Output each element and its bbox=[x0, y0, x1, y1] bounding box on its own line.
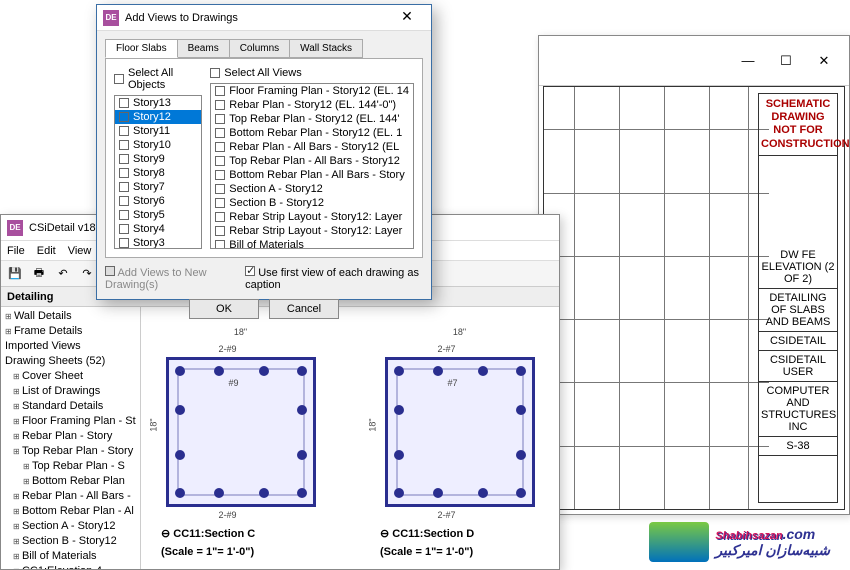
list-item[interactable]: Top Rebar Plan - All Bars - Story12 bbox=[211, 154, 413, 168]
list-item[interactable]: Section B - Story12 bbox=[211, 196, 413, 210]
list-item[interactable]: Story8 bbox=[115, 166, 201, 180]
undo-icon[interactable]: ↶ bbox=[53, 264, 73, 284]
plan-toolbar: — ☐ ✕ bbox=[539, 36, 849, 86]
menu-edit[interactable]: Edit bbox=[37, 245, 56, 257]
tree-item[interactable]: CC1:Elevation-4 bbox=[3, 564, 138, 569]
add-views-dialog: DE Add Views to Drawings ✕ Floor Slabs B… bbox=[96, 4, 432, 300]
objects-list[interactable]: Story13Story12Story11Story10Story9Story8… bbox=[114, 95, 202, 249]
model-tree[interactable]: Wall DetailsFrame DetailsImported ViewsD… bbox=[1, 307, 141, 569]
tree-item[interactable]: List of Drawings bbox=[3, 384, 138, 399]
tree-item[interactable]: Top Rebar Plan - Story bbox=[3, 444, 138, 459]
list-item[interactable]: Rebar Strip Layout - Story12: Layer bbox=[211, 224, 413, 238]
list-item[interactable]: Story7 bbox=[115, 180, 201, 194]
list-item[interactable]: Story12 bbox=[115, 110, 201, 124]
views-list[interactable]: Floor Framing Plan - Story12 (EL. 14Reba… bbox=[210, 83, 414, 249]
opt-caption[interactable]: ✓ Use first view of each drawing as capt… bbox=[245, 266, 423, 291]
select-all-objects[interactable]: Select All Objects bbox=[114, 67, 202, 91]
list-item[interactable]: Story6 bbox=[115, 194, 201, 208]
list-item[interactable]: Section A - Story12 bbox=[211, 182, 413, 196]
list-item[interactable]: Bill of Materials bbox=[211, 238, 413, 249]
app-icon: DE bbox=[7, 220, 23, 236]
list-item[interactable]: Bottom Rebar Plan - All Bars - Story bbox=[211, 168, 413, 182]
drawing-canvas[interactable]: 18" 2-#9 2-#9 #9 18" ⊖ CC11:Section C (S… bbox=[141, 307, 559, 569]
tree-item[interactable]: Standard Details bbox=[3, 399, 138, 414]
tab-floor-slabs[interactable]: Floor Slabs bbox=[105, 39, 178, 58]
tree-item[interactable]: Rebar Plan - Story bbox=[3, 429, 138, 444]
tree-item[interactable]: Bill of Materials bbox=[3, 549, 138, 564]
list-item[interactable]: Rebar Strip Layout - Story12: Layer bbox=[211, 210, 413, 224]
list-item[interactable]: Rebar Plan - Story12 (EL. 144'-0") bbox=[211, 98, 413, 112]
opt-add-views[interactable]: Add Views to New Drawing(s) bbox=[105, 266, 237, 291]
redo-icon[interactable]: ↷ bbox=[77, 264, 97, 284]
list-item[interactable]: Story11 bbox=[115, 124, 201, 138]
minimize-button[interactable]: — bbox=[729, 49, 767, 73]
tree-item[interactable]: Top Rebar Plan - S bbox=[3, 459, 138, 474]
list-item[interactable]: Rebar Plan - All Bars - Story12 (EL bbox=[211, 140, 413, 154]
tab-columns[interactable]: Columns bbox=[229, 39, 290, 58]
tree-item[interactable]: Section B - Story12 bbox=[3, 534, 138, 549]
list-item[interactable]: Story10 bbox=[115, 138, 201, 152]
tree-item[interactable]: Imported Views bbox=[3, 339, 138, 354]
close-button[interactable]: ✕ bbox=[805, 49, 843, 73]
drawing-sheet[interactable]: SCHEMATIC DRAWING NOT FOR CONSTRUCTION D… bbox=[543, 86, 845, 510]
dialog-tabs: Floor Slabs Beams Columns Wall Stacks bbox=[105, 39, 423, 58]
tree-item[interactable]: Frame Details bbox=[3, 324, 138, 339]
tree-item[interactable]: Floor Framing Plan - St bbox=[3, 414, 138, 429]
ok-button[interactable]: OK bbox=[189, 299, 259, 319]
tree-item[interactable]: Bottom Rebar Plan - Al bbox=[3, 504, 138, 519]
print-icon[interactable]: 🖶 bbox=[29, 264, 49, 284]
section-c: 18" 2-#9 2-#9 #9 18" ⊖ CC11:Section C (S… bbox=[151, 327, 330, 549]
close-icon[interactable]: ✕ bbox=[389, 8, 425, 28]
list-item[interactable]: Story3 bbox=[115, 236, 201, 249]
logo-icon bbox=[649, 522, 709, 562]
section-d: 18" 2-#7 2-#7 #7 18" ⊖ CC11:Section D (S… bbox=[370, 327, 549, 549]
tab-beams[interactable]: Beams bbox=[177, 39, 230, 58]
tree-item[interactable]: Bottom Rebar Plan bbox=[3, 474, 138, 489]
save-icon[interactable]: 💾 bbox=[5, 264, 25, 284]
cancel-button[interactable]: Cancel bbox=[269, 299, 339, 319]
list-item[interactable]: Story9 bbox=[115, 152, 201, 166]
dialog-icon: DE bbox=[103, 10, 119, 26]
list-item[interactable]: Bottom Rebar Plan - Story12 (EL. 1 bbox=[211, 126, 413, 140]
plan-window: — ☐ ✕ SCHEMATIC DRAWING NOT FOR CONSTRUC… bbox=[538, 35, 850, 515]
list-item[interactable]: Floor Framing Plan - Story12 (EL. 14 bbox=[211, 84, 413, 98]
list-item[interactable]: Top Rebar Plan - Story12 (EL. 144' bbox=[211, 112, 413, 126]
list-item[interactable]: Story5 bbox=[115, 208, 201, 222]
menu-view[interactable]: View bbox=[68, 245, 92, 257]
tree-item[interactable]: Cover Sheet bbox=[3, 369, 138, 384]
list-item[interactable]: Story4 bbox=[115, 222, 201, 236]
maximize-button[interactable]: ☐ bbox=[767, 49, 805, 73]
tab-wall-stacks[interactable]: Wall Stacks bbox=[289, 39, 363, 58]
dialog-titlebar: DE Add Views to Drawings ✕ bbox=[97, 5, 431, 31]
title-block-header: SCHEMATIC DRAWING NOT FOR CONSTRUCTION bbox=[759, 94, 837, 156]
watermark-logo: Shabihsazan.com شبیه‌سازان امیرکبیر bbox=[649, 522, 830, 562]
tree-item[interactable]: Drawing Sheets (52) bbox=[3, 354, 138, 369]
menu-file[interactable]: File bbox=[7, 245, 25, 257]
title-block: SCHEMATIC DRAWING NOT FOR CONSTRUCTION D… bbox=[758, 93, 838, 503]
dialog-title: Add Views to Drawings bbox=[125, 12, 238, 24]
list-item[interactable]: Story13 bbox=[115, 96, 201, 110]
tree-item[interactable]: Section A - Story12 bbox=[3, 519, 138, 534]
tree-item[interactable]: Rebar Plan - All Bars - bbox=[3, 489, 138, 504]
select-all-views[interactable]: Select All Views bbox=[210, 67, 414, 79]
